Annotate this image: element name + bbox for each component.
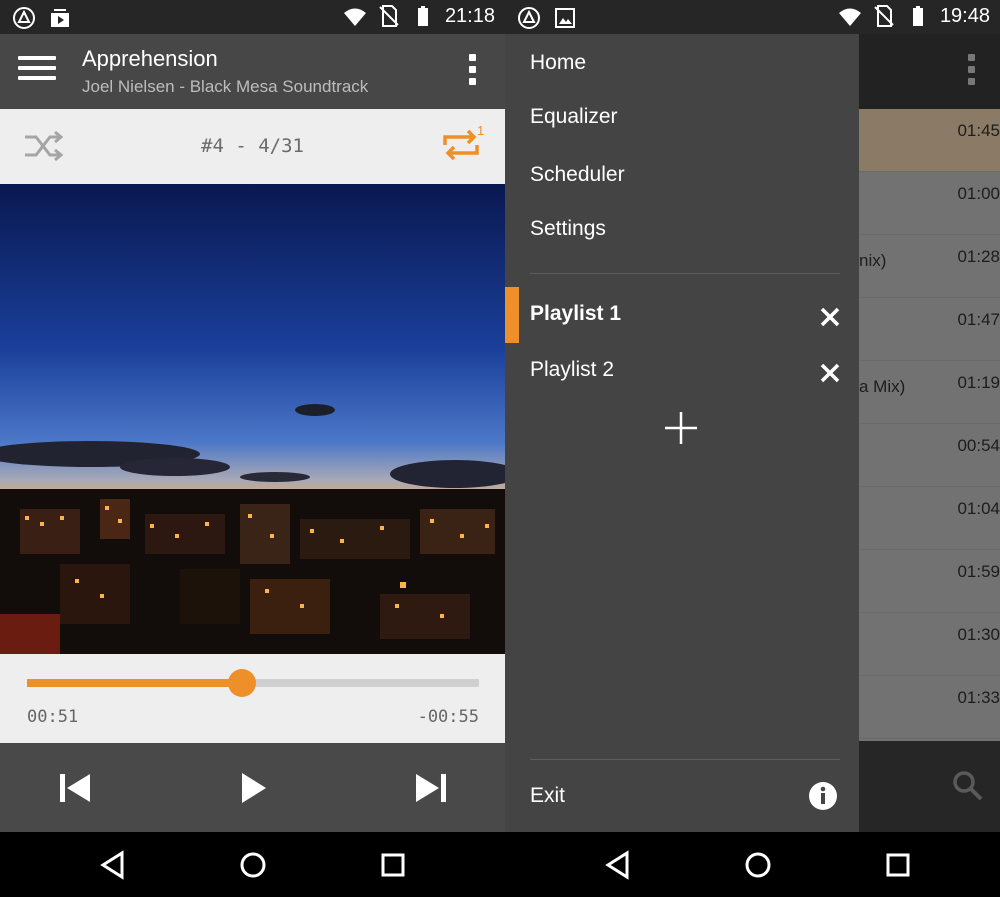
remaining-time: -00:55	[417, 707, 479, 727]
drawer-divider	[530, 759, 840, 760]
status-bar: 19:48	[505, 0, 1000, 34]
play-icon[interactable]	[236, 770, 272, 806]
signal-triangle-icon	[13, 7, 35, 29]
skip-next-icon[interactable]	[413, 770, 449, 806]
track-title-fragment: nix)	[859, 251, 887, 270]
track-duration: 00:54	[957, 436, 1000, 455]
background-track-row: 01:45	[859, 109, 1000, 172]
background-track-row: 01:28 nix)	[859, 235, 1000, 298]
navigation-drawer: Home Equalizer Scheduler Settings Playli…	[505, 34, 859, 832]
menu-item-equalizer[interactable]: Equalizer	[530, 105, 618, 129]
back-icon[interactable]	[603, 850, 633, 880]
app-bar: Apprehension Joel Nielsen - Black Mesa S…	[0, 34, 505, 109]
repeat-count-badge: 1	[477, 123, 484, 138]
track-duration: 01:00	[957, 184, 1000, 203]
menu-item-settings[interactable]: Settings	[530, 217, 606, 241]
battery-icon	[912, 6, 923, 26]
album-artwork	[0, 184, 505, 654]
playlist-item-2[interactable]: Playlist 2	[530, 358, 614, 382]
home-icon[interactable]	[238, 850, 268, 880]
background-track-row: 01:59	[859, 550, 1000, 613]
menu-icon[interactable]	[18, 56, 56, 86]
active-playlist-indicator	[505, 287, 519, 343]
track-duration: 01:19	[957, 373, 1000, 392]
search-icon	[953, 771, 983, 801]
background-track-row: 00:54	[859, 424, 1000, 487]
background-track-row: 01:19 a Mix)	[859, 361, 1000, 424]
system-nav-bar	[0, 832, 505, 897]
background-track-row: 01:30	[859, 613, 1000, 676]
close-icon[interactable]	[817, 304, 843, 330]
seek-area: 00:51 -00:55	[0, 654, 505, 743]
track-duration: 01:33	[957, 688, 1000, 707]
status-clock: 21:18	[444, 4, 495, 27]
menu-item-scheduler[interactable]: Scheduler	[530, 163, 625, 187]
info-icon[interactable]	[808, 781, 838, 811]
background-app-bar	[859, 34, 1000, 109]
battery-icon	[417, 6, 428, 26]
background-track-list: 01:45 01:00 01:28 nix) 01:47 01:19 a Mix) 00:54…	[859, 109, 1000, 741]
track-duration: 01:59	[957, 562, 1000, 581]
track-duration: 01:45	[957, 121, 1000, 140]
menu-item-home[interactable]: Home	[530, 51, 586, 75]
system-nav-bar	[505, 832, 1000, 897]
status-bar: 21:18	[0, 0, 505, 34]
track-duration: 01:04	[957, 499, 1000, 518]
track-title: Apprehension	[82, 46, 218, 71]
seek-bar[interactable]	[27, 669, 479, 697]
seek-thumb[interactable]	[228, 669, 257, 697]
playback-mode-bar: #4 - 4/31 1	[0, 109, 505, 184]
status-clock: 19:48	[939, 4, 990, 27]
exit-button[interactable]: Exit	[530, 784, 565, 808]
back-icon[interactable]	[98, 850, 128, 880]
recents-icon[interactable]	[883, 850, 913, 880]
playlist-item-1[interactable]: Playlist 1	[530, 302, 621, 326]
track-title-fragment: a Mix)	[859, 377, 906, 396]
drawer-divider	[530, 273, 840, 274]
track-duration: 01:47	[957, 310, 1000, 329]
wifi-icon	[343, 8, 366, 26]
repeat-one-icon[interactable]: 1	[439, 123, 487, 167]
track-counter: #4 - 4/31	[201, 135, 304, 157]
overflow-menu-icon[interactable]	[465, 54, 479, 88]
elapsed-time: 00:51	[27, 707, 79, 727]
playback-controls	[0, 743, 505, 832]
image-icon	[555, 8, 575, 28]
no-sim-icon	[874, 5, 894, 27]
background-track-row: 01:47	[859, 298, 1000, 361]
no-sim-icon	[379, 5, 399, 27]
background-track-row: 01:04	[859, 487, 1000, 550]
media-icon	[51, 9, 69, 27]
close-icon[interactable]	[817, 360, 843, 386]
track-duration: 01:28	[957, 247, 1000, 266]
player-screen: 21:18 Apprehension Joel Nielsen - Black …	[0, 0, 505, 897]
home-icon[interactable]	[743, 850, 773, 880]
skip-previous-icon[interactable]	[57, 770, 93, 806]
background-track-row: 01:33	[859, 676, 1000, 739]
overflow-menu-icon	[964, 54, 978, 88]
drawer-screen: 19:48 01:45 01:00 01:28 nix) 01:47 01:19 a Mix…	[505, 0, 1000, 897]
background-toolbar	[859, 741, 1000, 832]
track-duration: 01:30	[957, 625, 1000, 644]
seek-progress	[27, 679, 243, 687]
recents-icon[interactable]	[378, 850, 408, 880]
wifi-icon	[838, 8, 861, 26]
signal-triangle-icon	[518, 7, 540, 29]
track-artist-album: Joel Nielsen - Black Mesa Soundtrack	[82, 77, 369, 96]
add-playlist-icon[interactable]	[663, 410, 699, 446]
background-track-row: 01:00	[859, 172, 1000, 235]
